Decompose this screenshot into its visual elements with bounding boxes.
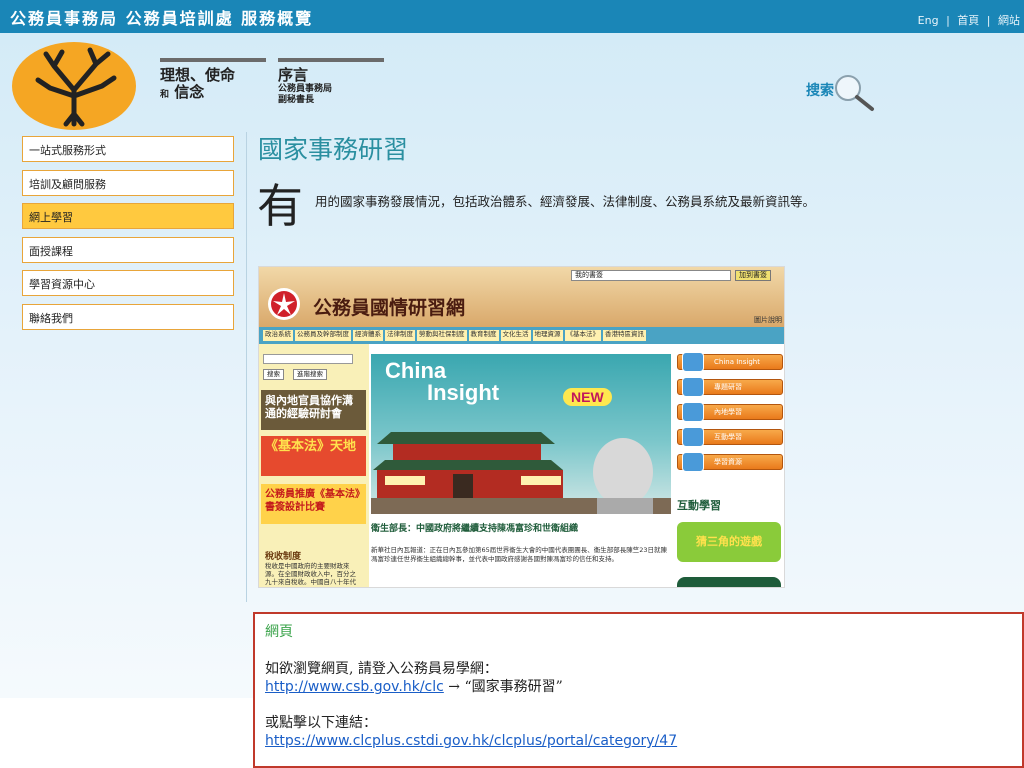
embed-btn-label: 互動學習 [714,433,742,441]
top-link-separator: | [946,14,950,27]
embed-tax-text: 稅收是中國政府的主要財政來源。在全國財政收入中，百分之九十來自稅收。中國自八十年… [265,562,356,586]
hero-title-insight: Insight [427,380,500,405]
embed-caption: 圖片說明 [754,316,782,324]
sidebar-item-one-stop[interactable]: 一站式服務形式 [22,136,234,162]
embed-banner-basic-law: 《基本法》天地 [261,436,366,476]
embed-nav-item: 地理資源 [532,330,563,341]
embed-game-banner: 猜三角的遊戲 [677,522,781,562]
sidebar-item-contact[interactable]: 聯絡我們 [22,303,234,330]
site-title: 公務員事務局 公務員培訓處 服務概覽 [10,9,314,28]
embed-tax-title: 稅收制度 [265,552,302,562]
page-title: 國家事務研習 [258,135,409,164]
vertical-divider [246,132,247,602]
embed-add-bookmark: 加到書簽 [735,270,771,281]
embed-right-column: China Insight 專題研習 內地學習 互動學習 學習資源 [677,352,783,479]
info-arrow-text: → “國家事務研習” [443,679,563,695]
magnifier-icon [682,377,704,397]
embed-advanced-search-button: 進階搜索 [293,369,327,380]
english-link[interactable]: Eng [918,14,939,27]
info-click-text: 或點擊以下連結： [265,715,377,731]
tree-icon[interactable] [10,40,140,130]
embed-btn-mainland: 內地學習 [677,402,783,422]
embed-nav-item: 公務員及幹部制度 [295,330,351,341]
embed-banner-seminar: 與內地官員協作溝通的經驗研討會 [261,390,366,430]
tab-preface-line2: 公務員事務局 [278,84,333,94]
tab-mission-line2: 和 信念 [160,84,266,101]
embed-news-body: 新華社日內瓦報道：正在日內瓦參加第65屆世界衞生大會的中國代表團團長、衞生部部長… [371,546,668,563]
info-login-text: 如欲瀏覽網頁, 請登入公務員易學網： [265,661,498,677]
sidebar-item-training[interactable]: 培訓及顧問服務 [22,169,234,196]
embed-btn-resources: 學習資源 [677,452,783,472]
sidebar-item-e-learning[interactable]: 網上學習 [22,203,234,229]
tab-preface-line3: 副秘書長 [278,95,315,105]
tab-mission-belief: 信念 [174,83,205,101]
embed-nav-item: 政治系統 [263,330,293,341]
nav-tab-mission[interactable]: 理想、使命 和 信念 [160,58,266,101]
tab-preface-title: 序言 [278,66,309,84]
intro-dropcap: 有 [257,179,303,233]
embed-hero-banner: China Insight NEW [371,354,671,514]
embed-second-banner [677,577,781,587]
embed-btn-china-insight: China Insight [677,352,783,372]
tab-mission-line1: 理想、使命 [160,66,236,84]
embed-header: 我的書簽 加到書簽 公務員國情研習網 圖片說明 [259,267,784,327]
sitemap-link[interactable]: 網站 [998,14,1020,27]
top-header-bar: 公務員事務局 公務員培訓處 服務概覽 Eng | 首頁 | 網站 [0,0,1024,33]
search-label[interactable]: 搜索 [806,80,834,100]
embed-nav-item: 香港特區資訊 [603,330,646,341]
embed-nav-item: 《基本法》 [564,330,601,341]
embed-nav-item: 經濟體系 [353,330,383,341]
csb-clc-link[interactable]: http://www.csb.gov.hk/clc [265,679,444,695]
tab-mission-and: 和 [160,90,170,100]
embed-nav-item: 勞動與社保制度 [417,330,467,341]
embed-search-button: 搜索 [263,369,284,380]
search-icon[interactable] [832,74,876,112]
info-box: 網頁 如欲瀏覽網頁, 請登入公務員易學網： http://www.csb.gov… [253,612,1024,768]
embed-search-box [263,354,353,364]
monitor-icon [682,352,704,372]
embed-nav-item: 文化生活 [500,330,531,341]
nav-tab-preface[interactable]: 序言 公務員事務局 副秘書長 [278,58,384,106]
sidebar-item-classroom[interactable]: 面授課程 [22,236,234,263]
embed-interactive-label: 互動學習 [677,499,721,512]
info-title: 網頁 [265,624,293,640]
embed-nav-item: 法律制度 [385,330,415,341]
embed-btn-topics: 專題研習 [677,377,783,397]
intro-text: 用的國家事務發展情況，包括政治體系、經濟發展、法律制度、公務員系統及最新資訊等。 [315,194,816,209]
sidebar: 一站式服務形式 培訓及顧問服務 網上學習 面授課程 學習資源中心 聯絡我們 [22,136,234,337]
top-link-separator: | [986,14,991,27]
embed-btn-label: China Insight [714,358,760,366]
embed-banner-bookmark-contest: 公務員推廣《基本法》書簽設計比賽 [261,484,366,524]
embed-btn-label: 學習資源 [714,458,742,466]
embed-bookmark-select: 我的書簽 [571,270,731,281]
globe-icon [682,402,704,422]
embed-site-title: 公務員國情研習網 [313,297,466,319]
embed-left-column: 搜索 進階搜索 與內地官員協作溝通的經驗研討會 《基本法》天地 公務員推廣《基本… [259,344,369,587]
info-link-line: http://www.csb.gov.hk/clc → “國家事務研習” [265,678,1012,696]
clcplus-link[interactable]: https://www.clcplus.cstdi.gov.hk/clcplus… [265,733,677,749]
book-icon [682,452,704,472]
embed-news-headline: 衛生部長：中國政府將繼續支持陳馮富珍和世衛組織 [371,524,579,534]
embed-nav-item: 教育制度 [468,330,499,341]
sidebar-item-resource-centre[interactable]: 學習資源中心 [22,270,234,296]
home-link[interactable]: 首頁 [957,14,979,27]
embedded-screenshot: 我的書簽 加到書簽 公務員國情研習網 圖片說明 政治系統 公務員及幹部制度 經濟… [258,266,785,588]
info-link-line-2: https://www.clcplus.cstdi.gov.hk/clcplus… [265,732,1012,750]
tiananmen-icon [371,432,671,514]
hero-new-badge: NEW [563,388,612,406]
embed-btn-interactive: 互動學習 [677,427,783,447]
bauhinia-icon [268,288,300,320]
embed-btn-label: 專題研習 [714,383,742,391]
embed-btn-label: 內地學習 [714,408,742,416]
top-links: Eng | 首頁 | 網站 [916,12,1022,28]
embed-nav: 政治系統 公務員及幹部制度 經濟體系 法律制度 勞動與社保制度 教育制度 文化生… [259,327,784,344]
disc-icon [682,427,704,447]
